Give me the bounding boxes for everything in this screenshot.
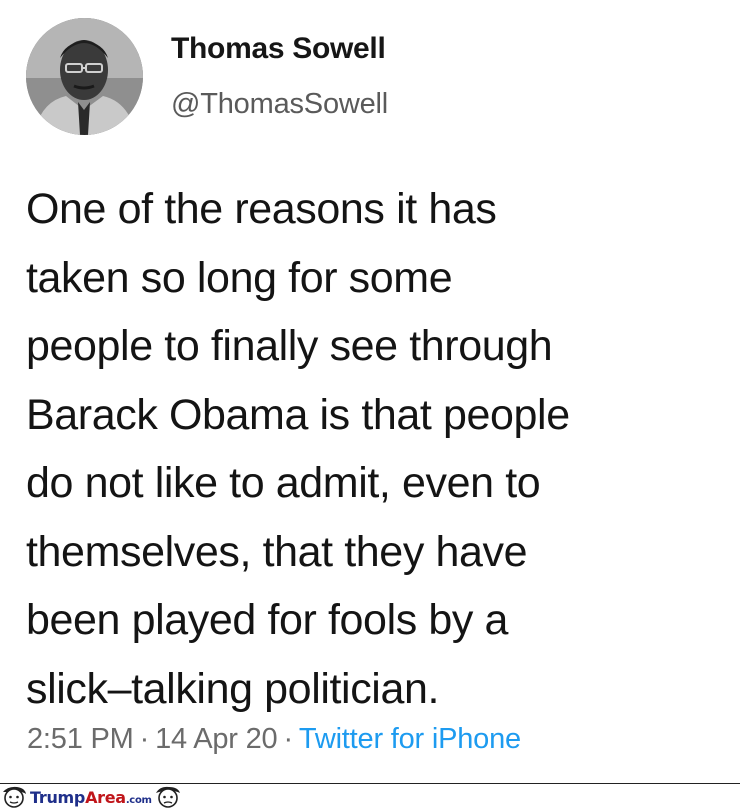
- watermark-part-trump: Trump: [30, 787, 86, 807]
- tweet-card: Thomas Sowell @ThomasSowell One of the r…: [0, 0, 740, 782]
- tweet-text-line: Barack Obama is that people: [26, 390, 570, 439]
- avatar-photo: [26, 18, 143, 135]
- watermark-part-tld: .com: [125, 794, 152, 806]
- tweet-text-line: One of the reasons it has: [26, 185, 497, 233]
- tweet-meta: 2:51 PM · 14 Apr 20 · Twitter for iPhone: [27, 723, 521, 756]
- user-handle[interactable]: @ThomasSowell: [171, 88, 388, 121]
- tweet-time[interactable]: 2:51 PM: [27, 723, 134, 755]
- caricature-face-icon: [3, 786, 26, 808]
- avatar[interactable]: [26, 18, 143, 135]
- caricature-face-icon: [155, 786, 180, 808]
- watermark-logo: TrumpArea.com: [0, 785, 182, 809]
- tweet-text-line: taken so long for some: [26, 253, 453, 302]
- tweet-source-link[interactable]: Twitter for iPhone: [299, 723, 521, 755]
- tweet-text-line: slick–talking politician.: [26, 664, 440, 713]
- tweet-text-line: people to finally see through: [26, 322, 553, 370]
- meta-separator: ·: [139, 723, 150, 755]
- tweet-text: One of the reasons it has taken so long …: [26, 175, 726, 723]
- tweet-text-line: themselves, that they have: [26, 527, 528, 576]
- tweet-text-line: do not like to admit, even to: [26, 459, 541, 507]
- tweet-date[interactable]: 14 Apr 20: [155, 723, 278, 755]
- meta-separator: ·: [283, 723, 293, 755]
- watermark-text: TrumpArea.com: [30, 788, 152, 807]
- watermark-bar: TrumpArea.com: [0, 784, 740, 809]
- tweet-text-line: been played for fools by a: [26, 596, 509, 644]
- watermark-part-area: Area: [85, 787, 126, 807]
- display-name[interactable]: Thomas Sowell: [171, 32, 386, 66]
